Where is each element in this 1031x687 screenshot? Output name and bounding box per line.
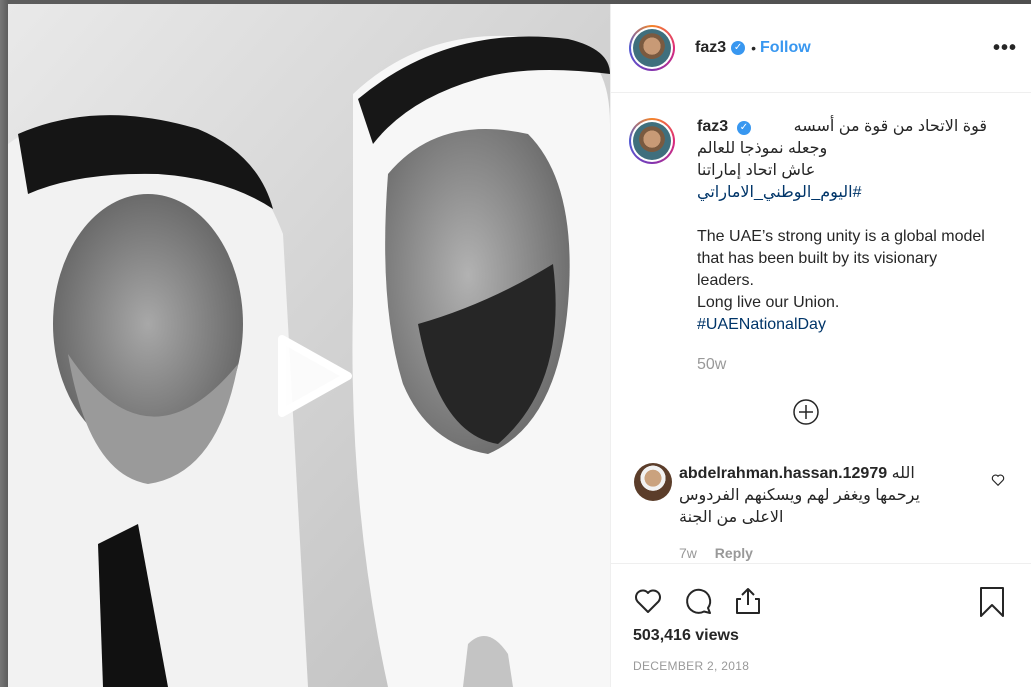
commenter-avatar[interactable] <box>634 463 672 501</box>
caption-timestamp[interactable]: 50w <box>697 356 1031 374</box>
caption-text: faz3 ✓ قوة الاتحاد من قوة من أسسه وجعله … <box>697 116 987 336</box>
author-avatar[interactable] <box>629 25 675 71</box>
caption-english-line2: Long live our Union. <box>697 294 840 311</box>
commenter-username[interactable]: abdelrahman.hassan.12979 <box>679 465 887 482</box>
caption: faz3 ✓ قوة الاتحاد من قوة من أسسه وجعله … <box>611 93 1031 374</box>
caption-username[interactable]: faz3 <box>697 116 728 138</box>
comment-text-line1: الله <box>891 465 915 482</box>
comment-meta: 7w Reply <box>679 545 1009 561</box>
verified-badge-icon: ✓ <box>731 41 746 55</box>
separator-dot: • <box>751 40 757 56</box>
share-icon[interactable] <box>733 586 763 616</box>
comment-body: abdelrahman.hassan.12979 الله يرحمها ويغ… <box>679 463 964 529</box>
caption-arabic-line2: وجعله نموذجا للعالم <box>697 140 828 157</box>
plus-circle-icon[interactable] <box>793 399 819 425</box>
comment-text-line2: يرحمها ويغفر لهم ويسكنهم الفردوس الاعلى … <box>679 487 920 526</box>
caption-arabic-line1: قوة الاتحاد من قوة من أسسه <box>793 118 987 135</box>
action-bar: 503,416 views DECEMBER 2, 2018 <box>611 563 1031 687</box>
post-modal: faz3 ✓ • Follow ••• faz3 ✓ قوة الاتحاد م… <box>8 4 1031 687</box>
caption-verified-icon: ✓ <box>737 121 751 135</box>
more-options-icon[interactable]: ••• <box>993 37 1017 60</box>
hashtag-link-arabic[interactable]: #اليوم_الوطني_الاماراتي <box>697 184 861 201</box>
caption-english-line1: The UAE’s strong unity is a global model… <box>697 228 985 289</box>
comments-list[interactable]: faz3 ✓ قوة الاتحاد من قوة من أسسه وجعله … <box>611 93 1031 563</box>
play-icon[interactable] <box>274 333 354 419</box>
heart-icon[interactable] <box>633 586 663 616</box>
bookmark-icon[interactable] <box>977 586 1007 618</box>
comment-icon[interactable] <box>683 586 713 616</box>
caption-avatar[interactable] <box>629 118 675 164</box>
comment-timestamp[interactable]: 7w <box>679 545 697 561</box>
view-count[interactable]: 503,416 views <box>633 627 739 645</box>
hashtag-link-english[interactable]: #UAENationalDay <box>697 314 987 336</box>
caption-arabic-line3: عاش اتحاد إماراتنا <box>697 162 816 179</box>
post-header: faz3 ✓ • Follow ••• <box>611 4 1031 93</box>
comment-like-heart-icon[interactable] <box>991 473 1005 487</box>
follow-button[interactable]: Follow <box>760 39 811 57</box>
comment-item: abdelrahman.hassan.12979 الله يرحمها ويغ… <box>629 463 1009 561</box>
post-media[interactable] <box>8 4 611 687</box>
post-sidebar: faz3 ✓ • Follow ••• faz3 ✓ قوة الاتحاد م… <box>611 4 1031 687</box>
author-username[interactable]: faz3 <box>695 39 726 57</box>
reply-button[interactable]: Reply <box>715 545 753 561</box>
post-date[interactable]: DECEMBER 2, 2018 <box>633 659 749 673</box>
